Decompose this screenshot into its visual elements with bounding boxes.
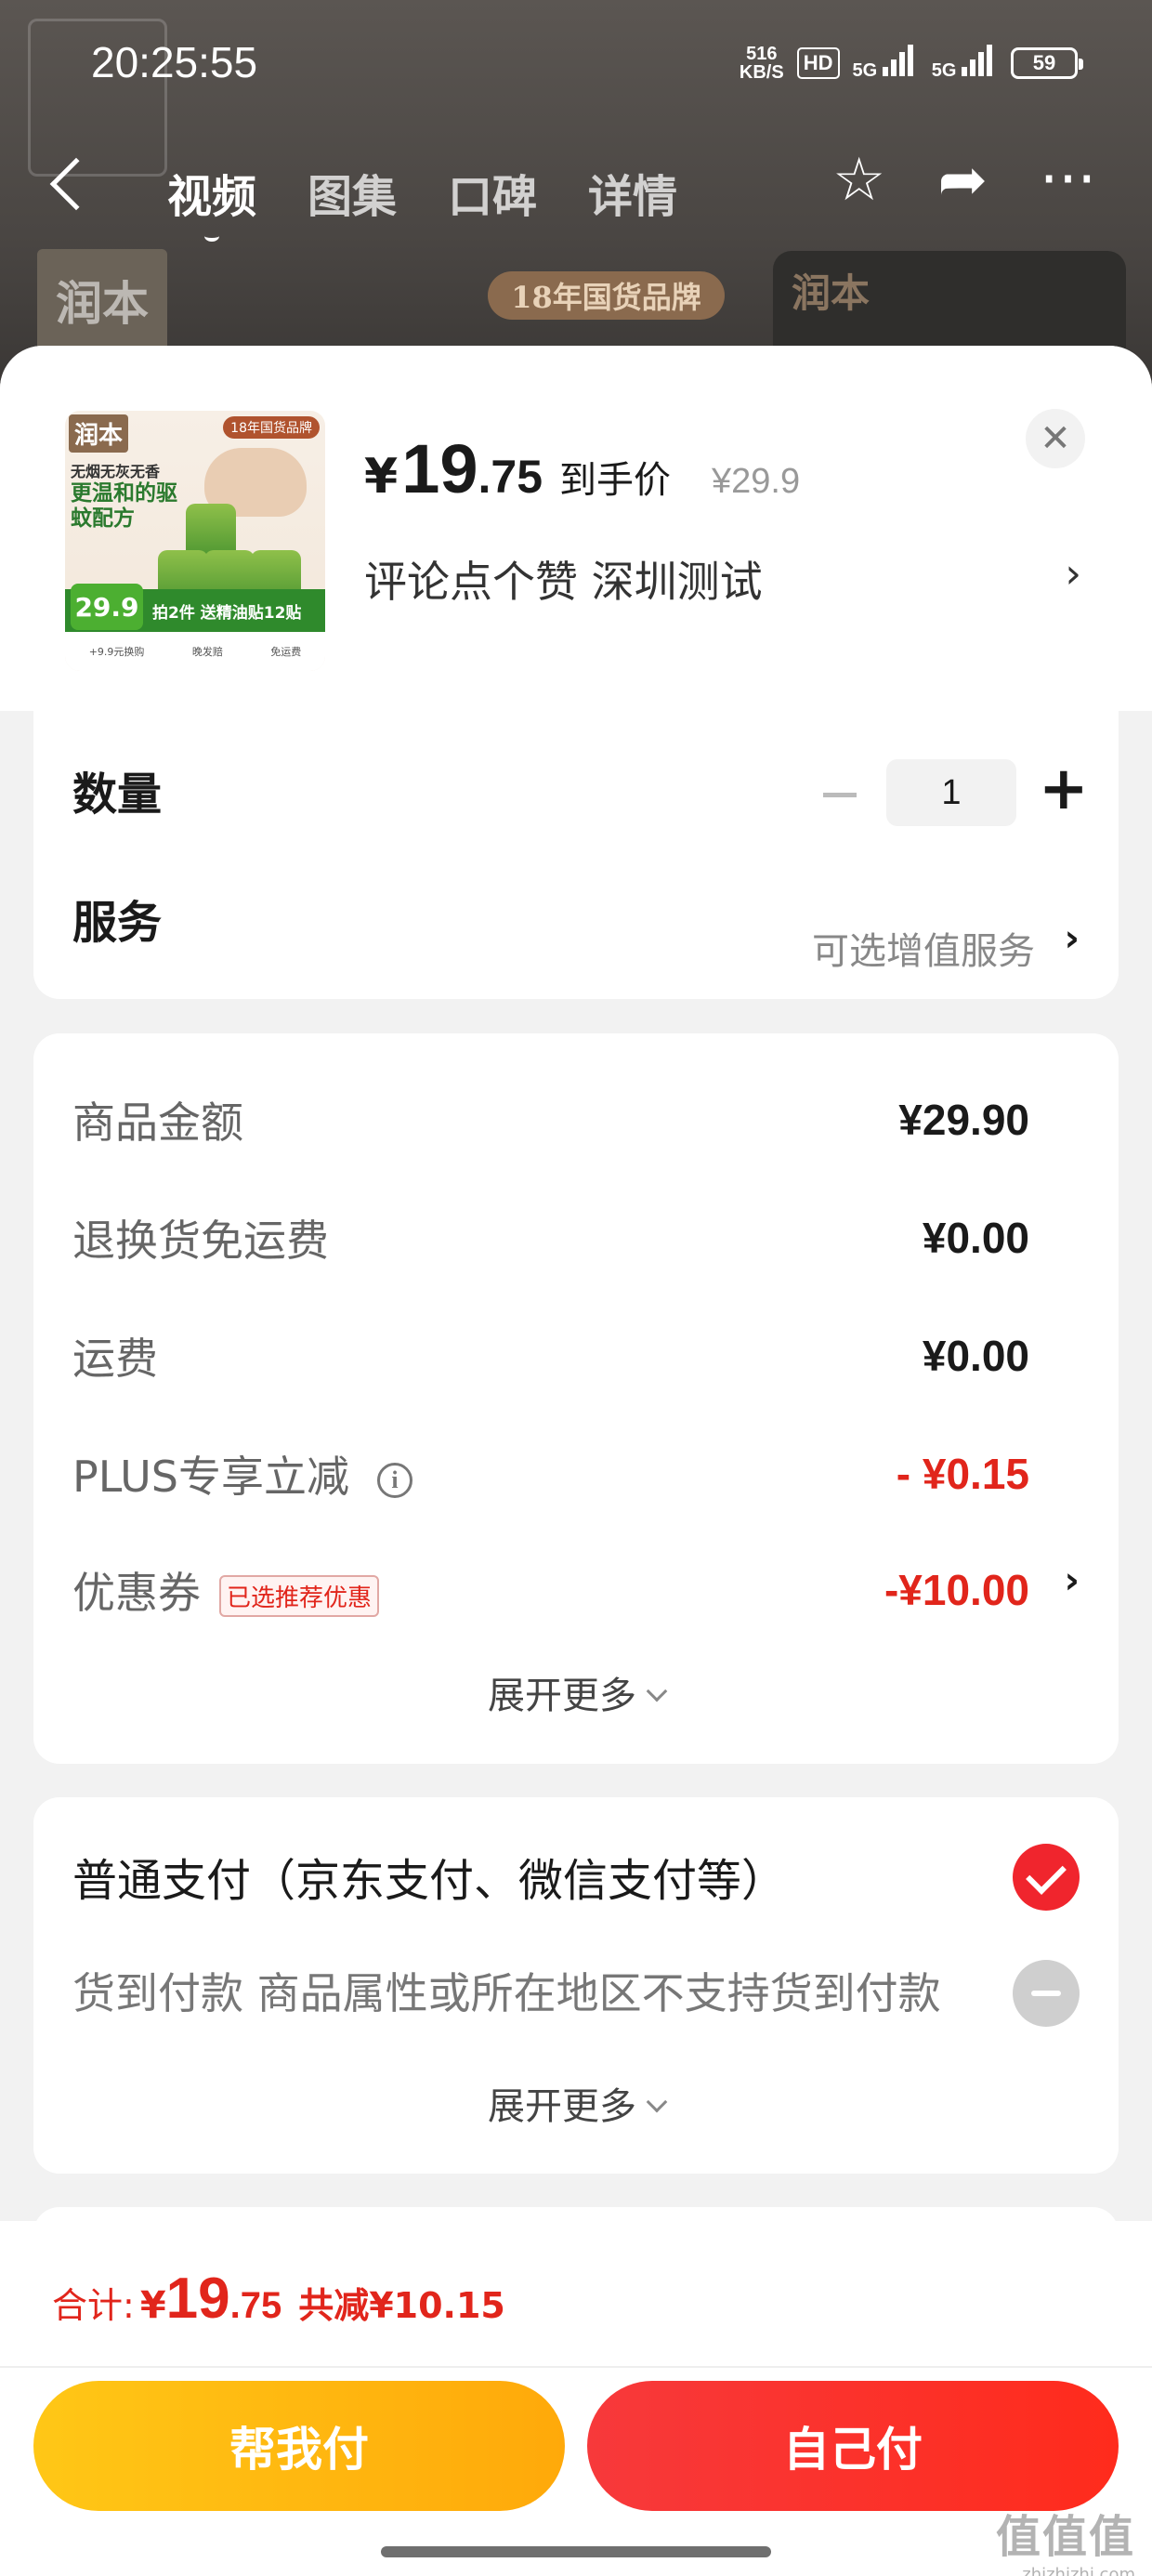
plus-discount-row: PLUS专享立减 i — [72, 1443, 412, 1505]
nav-tabs: 视频 图集 口碑 详情 — [167, 160, 677, 242]
watermark: 值值值 zhizhizhi.com — [996, 2500, 1135, 2576]
share-icon[interactable]: ➦ — [937, 151, 988, 210]
watermark-logo: 值值值 — [995, 2511, 1135, 2563]
payment-method-card: 普通支付（京东支付、微信支付等） 货到付款 商品属性或所在地区不支持货到付款 展… — [33, 1797, 1119, 2174]
chevron-right-icon[interactable]: › — [1065, 1559, 1080, 1602]
plus-discount-value: - ¥0.15 — [896, 1450, 1029, 1498]
total-integer: 19 — [165, 2267, 230, 2331]
net-speed-unit: KB/S — [739, 62, 784, 83]
net-speed-value: 516 — [746, 44, 778, 64]
original-price: ¥29.9 — [712, 462, 801, 501]
watermark-url: zhizhizhi.com — [1022, 2565, 1135, 2576]
quantity-service-card: 数量 1 + 服务 可选增值服务 › — [33, 711, 1119, 999]
plus-discount-label: PLUS专享立减 — [72, 1452, 349, 1502]
expand-more-label: 展开更多 — [488, 2085, 636, 2128]
tab-video[interactable]: 视频 — [167, 160, 256, 242]
thumb-foot-item: 晚发赔 — [191, 646, 223, 658]
shipping-value: ¥0.00 — [922, 1332, 1029, 1380]
divider — [0, 2366, 1152, 2368]
return-shipping-label: 退换货免运费 — [72, 1216, 329, 1266]
self-pay-button[interactable]: 自己付 — [587, 2381, 1119, 2511]
help-pay-button[interactable]: 帮我付 — [33, 2381, 565, 2511]
thumb-line2: 更温和的驱蚊配方 — [71, 481, 177, 531]
tab-gallery[interactable]: 图集 — [308, 160, 397, 225]
price-integer: 19 — [401, 430, 478, 507]
chevron-right-icon[interactable]: › — [1065, 550, 1081, 598]
amount-breakdown-card: 商品金额 ¥29.90 退换货免运费 ¥0.00 运费 ¥0.00 PLUS专享… — [33, 1033, 1119, 1764]
signal-label-2: 5G — [931, 60, 957, 81]
goods-amount-label: 商品金额 — [72, 1097, 243, 1148]
thumb-foot-item: 免运费 — [270, 646, 302, 658]
product-header: 润本 18年国货品牌 无烟无灰无香 更温和的驱蚊配方 29.9 拍2件 送精油贴… — [0, 346, 1152, 711]
signal-icon: 5G — [853, 45, 919, 82]
expand-more-button[interactable]: 展开更多 — [33, 1665, 1119, 1719]
return-shipping-value: ¥0.00 — [922, 1214, 1029, 1262]
thumb-footer: +9.9元换购 晚发赔 免运费 — [65, 632, 325, 671]
service-label: 服务 — [72, 897, 163, 949]
coupon-row[interactable]: 优惠券 已选推荐优惠 — [72, 1559, 380, 1621]
plus-button[interactable]: + — [1039, 756, 1089, 822]
thumb-line1: 无烟无灰无香 — [71, 463, 161, 480]
chevron-down-icon — [646, 2091, 668, 2113]
check-icon[interactable] — [1013, 1844, 1080, 1911]
disabled-icon — [1013, 1960, 1080, 2027]
total-reduced: 共减¥10.15 — [298, 2285, 505, 2326]
thumb-price: 29.9 — [71, 584, 143, 630]
goods-amount-value: ¥29.90 — [898, 1096, 1029, 1144]
price-decimal: .75 — [478, 451, 543, 503]
close-icon: ✕ — [1040, 417, 1071, 460]
quantity-label: 数量 — [72, 769, 163, 821]
thumb-foot-item: +9.9元换购 — [88, 646, 145, 658]
signal-bars-icon-2 — [962, 45, 992, 76]
service-value[interactable]: 可选增值服务 — [812, 921, 1035, 975]
signal-icon-2: 5G — [932, 45, 998, 82]
battery-icon: 59 — [1011, 47, 1083, 79]
minus-button[interactable] — [823, 793, 857, 797]
back-icon[interactable] — [49, 157, 103, 211]
currency-symbol: ¥ — [364, 449, 399, 505]
coupon-value[interactable]: -¥10.00 — [884, 1565, 1029, 1615]
chevron-down-icon — [646, 1680, 668, 1702]
thumb-badge: 18年国货品牌 — [223, 416, 320, 439]
coupon-tag: 已选推荐优惠 — [219, 1575, 380, 1617]
total-summary: 合计: ¥ 19 .75 共减¥10.15 — [52, 2266, 505, 2332]
home-indicator[interactable] — [381, 2546, 771, 2557]
expand-more-label: 展开更多 — [488, 1675, 636, 1717]
close-button[interactable]: ✕ — [1026, 409, 1085, 468]
side-card-logo: 润本 — [792, 270, 871, 316]
price-label: 到手价 — [559, 459, 672, 502]
normal-payment-label[interactable]: 普通支付（京东支付、微信支付等） — [72, 1844, 786, 1909]
bottom-bar: 合计: ¥ 19 .75 共减¥10.15 帮我付 自己付 值值值 zhizhi… — [0, 2221, 1152, 2576]
product-thumbnail[interactable]: 润本 18年国货品牌 无烟无灰无香 更温和的驱蚊配方 29.9 拍2件 送精油贴… — [65, 411, 325, 671]
net-speed: 516 KB/S — [740, 45, 784, 82]
cod-payment-label: 货到付款 商品属性或所在地区不支持货到付款 — [72, 1968, 941, 2018]
info-icon[interactable]: i — [376, 1462, 412, 1498]
tab-reviews[interactable]: 口碑 — [448, 160, 537, 225]
tab-details[interactable]: 详情 — [588, 160, 677, 225]
total-label: 合计: — [52, 2285, 135, 2326]
hd-icon: HD — [796, 47, 840, 79]
expand-more-button[interactable]: 展开更多 — [33, 2076, 1119, 2130]
nav-actions: ☆ ➦ ··· — [832, 151, 1096, 210]
status-time: 20:25:55 — [91, 38, 258, 86]
shipping-label: 运费 — [72, 1334, 158, 1384]
signal-label: 5G — [852, 60, 878, 81]
thumb-logo: 润本 — [69, 414, 129, 453]
status-icons: 516 KB/S HD 5G 5G 59 — [740, 45, 1083, 82]
top-nav: 视频 图集 口碑 详情 ☆ ➦ ··· — [0, 149, 1152, 242]
star-icon[interactable]: ☆ — [832, 151, 885, 210]
chevron-right-icon[interactable]: › — [1065, 917, 1080, 960]
total-currency: ¥ — [139, 2284, 166, 2327]
quantity-stepper[interactable]: 1 — [886, 759, 1016, 826]
coupon-label: 优惠券 — [72, 1568, 201, 1618]
total-decimal: .75 — [229, 2285, 282, 2326]
spec-selection[interactable]: 评论点个赞 深圳测试 — [364, 548, 763, 610]
signal-bars-icon — [882, 45, 913, 76]
brand-banner: 18年国货品牌 — [488, 271, 725, 320]
more-icon[interactable]: ··· — [1040, 151, 1096, 210]
final-price: ¥ 19 .75 到手价 ¥29.9 — [364, 429, 800, 508]
thumb-promo: 拍2件 送精油贴12贴 — [152, 604, 302, 623]
brand-logo: 润本 — [37, 249, 167, 351]
